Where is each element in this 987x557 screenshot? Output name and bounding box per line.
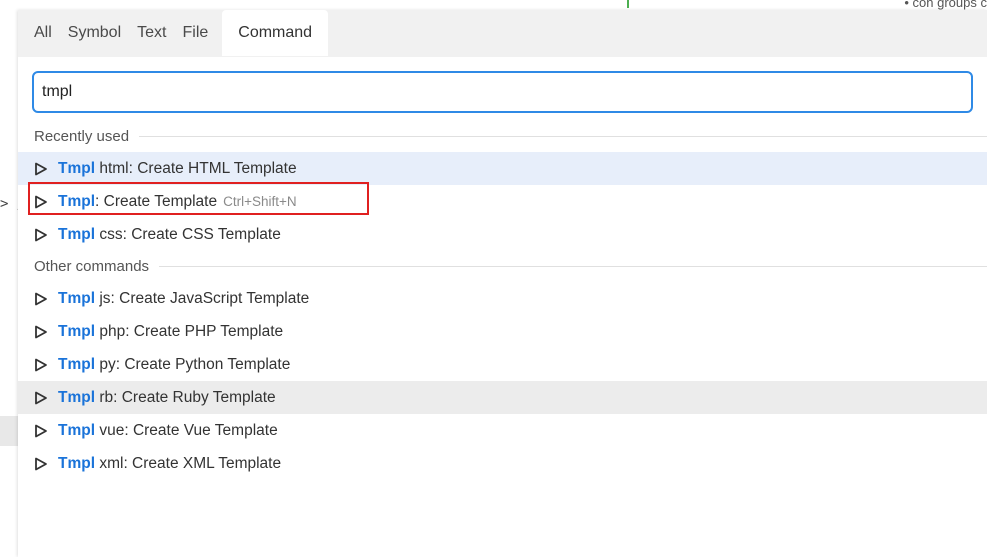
tab-file[interactable]: File: [174, 10, 216, 56]
command-item[interactable]: Tmpl js: Create JavaScript Template: [18, 282, 987, 315]
section-divider: [139, 136, 987, 137]
command-item[interactable]: Tmpl: Create Template Ctrl+Shift+N: [18, 182, 987, 218]
play-outline-icon: [34, 325, 48, 339]
play-outline-icon: [34, 391, 48, 405]
command-label: py: Create Python Template: [95, 355, 291, 373]
tab-all[interactable]: All: [18, 10, 60, 56]
command-label: xml: Create XML Template: [95, 454, 282, 472]
section-title: Other commands: [34, 258, 150, 275]
command-item[interactable]: Tmpl rb: Create Ruby Template: [18, 381, 987, 414]
background-marker: [627, 0, 629, 8]
command-keyword: Tmpl: [58, 159, 96, 177]
tab-bar: All Symbol Text File Command: [18, 10, 987, 57]
command-label: : Create Template: [95, 192, 218, 210]
search-input[interactable]: [32, 71, 973, 113]
command-item[interactable]: Tmpl vue: Create Vue Template: [18, 414, 987, 447]
command-label: php: Create PHP Template: [95, 322, 284, 340]
search-container: [18, 57, 987, 113]
command-item[interactable]: Tmpl xml: Create XML Template: [18, 447, 987, 480]
other-commands-list: Tmpl js: Create JavaScript Template Tmpl …: [18, 282, 987, 480]
command-keyword: Tmpl: [58, 355, 96, 373]
command-keyword: Tmpl: [58, 421, 96, 439]
command-item[interactable]: Tmpl css: Create CSS Template: [18, 218, 987, 251]
command-item[interactable]: Tmpl php: Create PHP Template: [18, 315, 987, 348]
play-outline-icon: [34, 424, 48, 438]
command-label: html: Create HTML Template: [95, 159, 297, 177]
keyboard-shortcut: Ctrl+Shift+N: [223, 194, 297, 209]
tab-symbol[interactable]: Symbol: [60, 10, 129, 56]
play-outline-icon: [34, 162, 48, 176]
command-keyword: Tmpl: [58, 388, 96, 406]
play-outline-icon: [34, 292, 48, 306]
section-title: Recently used: [34, 128, 130, 145]
play-outline-icon: [34, 358, 48, 372]
command-keyword: Tmpl: [58, 322, 96, 340]
recent-commands-list: Tmpl html: Create HTML Template Tmpl: Cre…: [18, 152, 987, 251]
command-label: js: Create JavaScript Template: [95, 289, 310, 307]
command-palette: All Symbol Text File Command Recently us…: [18, 10, 987, 557]
section-header-other: Other commands: [18, 251, 987, 282]
background-top-text: • con groups c: [904, 0, 987, 10]
command-item[interactable]: Tmpl py: Create Python Template: [18, 348, 987, 381]
play-outline-icon: [34, 457, 48, 471]
command-keyword: Tmpl: [58, 225, 96, 243]
tab-command[interactable]: Command: [222, 10, 329, 56]
play-outline-icon: [34, 195, 48, 209]
command-keyword: Tmpl: [58, 454, 96, 472]
section-header-recent: Recently used: [18, 121, 987, 152]
play-outline-icon: [34, 228, 48, 242]
command-item[interactable]: Tmpl html: Create HTML Template: [18, 152, 987, 185]
command-label: vue: Create Vue Template: [95, 421, 278, 439]
command-label: rb: Create Ruby Template: [95, 388, 276, 406]
command-keyword: Tmpl: [58, 192, 96, 210]
tab-text[interactable]: Text: [129, 10, 174, 56]
command-keyword: Tmpl: [58, 289, 96, 307]
command-label: css: Create CSS Template: [95, 225, 281, 243]
section-divider: [159, 266, 987, 267]
background-gutter: [0, 416, 18, 446]
